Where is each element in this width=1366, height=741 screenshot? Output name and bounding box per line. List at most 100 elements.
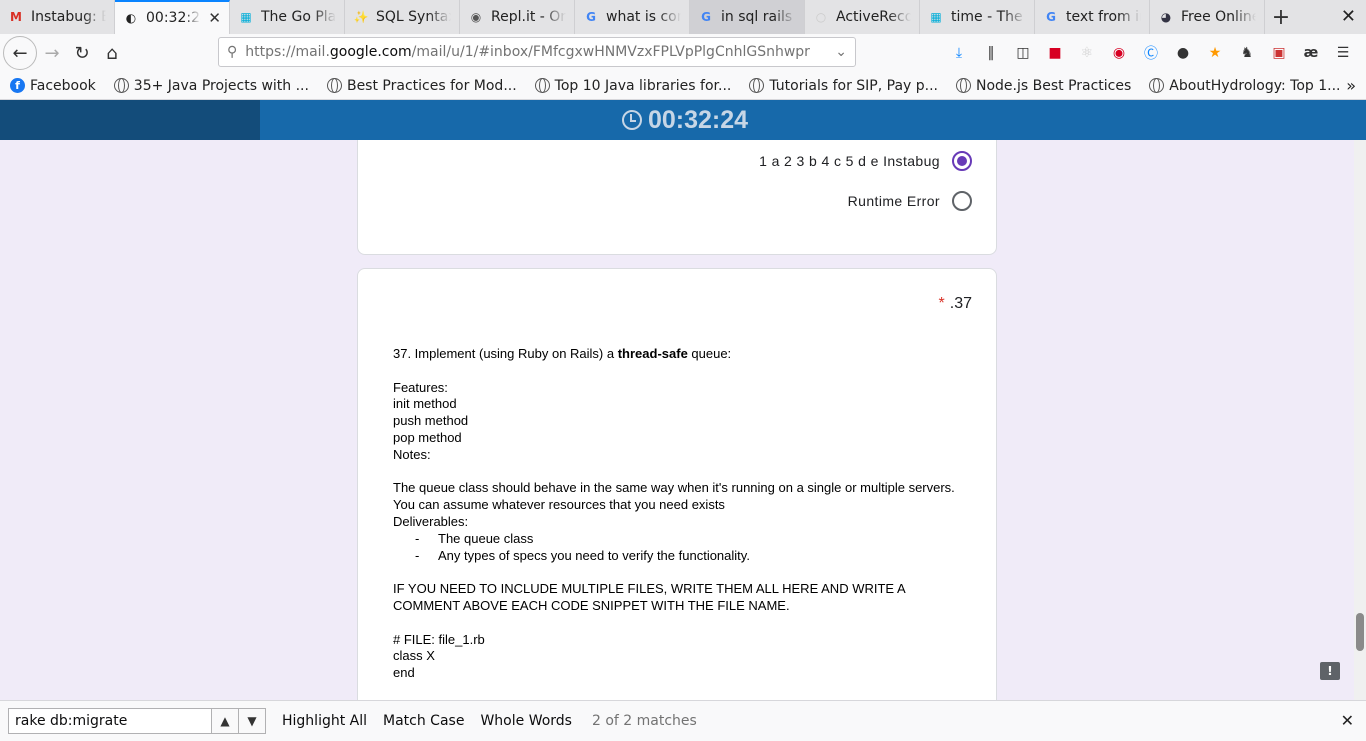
back-button[interactable]: ←: [3, 36, 37, 70]
required-asterisk: *: [938, 295, 945, 312]
tab-go-playground[interactable]: ▦ The Go Play: [230, 0, 345, 34]
question-intro: 37. Implement (using Ruby on Rails) a th…: [393, 346, 732, 361]
find-previous-button[interactable]: ▲: [212, 708, 239, 734]
bookmark-nodejs[interactable]: Node.js Best Practices: [956, 78, 1131, 94]
clock-icon: [621, 110, 642, 130]
extension-record-icon[interactable]: ◉: [1106, 40, 1132, 66]
instruction-text: IF YOU NEED TO INCLUDE MULTIPLE FILES, W…: [393, 581, 905, 613]
timer-bar-left-block: [0, 100, 260, 140]
scrollbar-thumb[interactable]: [1356, 613, 1364, 651]
new-tab-button[interactable]: +: [1265, 0, 1297, 34]
chevron-right-icon[interactable]: »: [1346, 76, 1356, 95]
question-36-card: 1 a 2 3 b 4 c 5 d e Instabug Runtime Err…: [357, 140, 997, 255]
question-number: * .37: [938, 295, 972, 312]
tab-activerecord[interactable]: ○ ActiveReco: [805, 0, 920, 34]
bookmark-java-libraries[interactable]: Top 10 Java libraries for...: [534, 78, 731, 94]
extension-cors-icon[interactable]: ▣: [1266, 40, 1292, 66]
tab-title: Repl.it - On: [491, 9, 566, 25]
bookmarks-toolbar: f Facebook 35+ Java Projects with ... Bes…: [0, 72, 1366, 100]
google-icon: G: [701, 10, 711, 24]
form-content: 1 a 2 3 b 4 c 5 d e Instabug Runtime Err…: [0, 140, 1366, 700]
home-button[interactable]: ⌂: [97, 38, 127, 68]
find-input[interactable]: [8, 708, 212, 734]
option-runtime-error[interactable]: Runtime Error: [848, 191, 972, 211]
close-tab-icon[interactable]: ✕: [208, 9, 221, 27]
feedback-icon[interactable]: !: [1320, 662, 1340, 680]
find-status: 2 of 2 matches: [591, 713, 697, 729]
url-text: https://mail.google.com/mail/u/1/#inbox/…: [245, 44, 810, 60]
features-heading: Features:: [393, 379, 448, 395]
site-icon: ◕: [1160, 10, 1172, 24]
extension-ae-icon[interactable]: æ: [1298, 40, 1324, 66]
forward-button[interactable]: →: [37, 38, 67, 68]
tab-instabug[interactable]: M Instabug: B: [0, 0, 115, 34]
tab-title: Free Online: [1181, 9, 1256, 25]
go-gopher-icon: ▦: [240, 10, 252, 24]
match-case-toggle[interactable]: Match Case: [383, 713, 464, 729]
toolbar-right: ⤓ ‖ ◫ ■ ⚛ ◉ Ⓒ ● ★ ♞ ▣ æ ☰: [946, 34, 1366, 72]
tab-title: ActiveReco: [836, 9, 911, 25]
extension-a-icon[interactable]: Ⓒ: [1138, 40, 1164, 66]
sql-icon: ✨: [353, 10, 369, 24]
moon-icon: ◐: [125, 11, 137, 25]
bookmark-sip-tutorials[interactable]: Tutorials for SIP, Pay p...: [749, 78, 938, 94]
globe-icon: [326, 78, 342, 93]
extension-react-icon[interactable]: ⚛: [1074, 40, 1100, 66]
avatar[interactable]: ●: [1170, 40, 1196, 66]
bookmark-best-practices[interactable]: Best Practices for Mod...: [326, 78, 517, 94]
feature-item: pop method: [393, 429, 462, 445]
url-bar[interactable]: ⚲ https://mail.google.com/mail/u/1/#inbo…: [218, 37, 856, 67]
window-close-icon[interactable]: ✕: [1341, 6, 1356, 27]
navigation-toolbar: ← → ↻ ⌂ ⚲ https://mail.google.com/mail/u…: [0, 34, 1366, 72]
download-icon[interactable]: ⤓: [946, 40, 972, 66]
tab-replit[interactable]: ◉ Repl.it - On: [460, 0, 575, 34]
extension-badge-icon[interactable]: ★: [1202, 40, 1228, 66]
reload-button[interactable]: ↻: [67, 38, 97, 68]
timer-bar: 00:32:24: [0, 100, 1366, 140]
option-selected[interactable]: 1 a 2 3 b 4 c 5 d e Instabug: [759, 151, 972, 171]
sidebar-icon[interactable]: ◫: [1010, 40, 1036, 66]
tab-sql-syntax[interactable]: ✨ SQL Syntax: [345, 0, 460, 34]
page-scrollbar[interactable]: [1354, 140, 1366, 700]
feature-item: push method: [393, 413, 469, 429]
replit-icon: ◉: [470, 10, 482, 24]
tab-title: time - The: [951, 9, 1023, 25]
chevron-down-icon[interactable]: ⌄: [835, 44, 847, 60]
tab-google-search-3[interactable]: G text from im: [1035, 0, 1150, 34]
facebook-icon: f: [10, 78, 25, 93]
extension-mask-icon[interactable]: ♞: [1234, 40, 1260, 66]
radio-button[interactable]: [952, 191, 972, 211]
bookmark-facebook[interactable]: f Facebook: [10, 78, 96, 94]
globe-icon: [113, 78, 129, 93]
whole-words-toggle[interactable]: Whole Words: [480, 713, 572, 729]
tab-strip: M Instabug: B ◐ 00:32:24 ✕ ▦ The Go Play…: [0, 0, 1366, 34]
close-find-bar-icon[interactable]: ✕: [1341, 711, 1354, 730]
tab-title: in sql rails -: [721, 9, 796, 25]
globe-icon: [534, 78, 550, 93]
tab-free-online[interactable]: ◕ Free Online: [1150, 0, 1265, 34]
deliverable-item: - Any types of specs you need to verify t…: [415, 547, 750, 563]
tab-title: text from im: [1066, 9, 1141, 25]
globe-icon: [1149, 78, 1165, 93]
radio-button-checked[interactable]: [952, 151, 972, 171]
tab-title: SQL Syntax: [376, 9, 451, 25]
tab-go-time[interactable]: ▦ time - The: [920, 0, 1035, 34]
notes-heading: Notes:: [393, 446, 431, 462]
tab-google-search-1[interactable]: G what is con: [575, 0, 690, 34]
extension-red-icon[interactable]: ■: [1042, 40, 1068, 66]
note-item: You can assume whatever resources that y…: [393, 497, 725, 513]
tab-timer[interactable]: ◐ 00:32:24 ✕: [115, 0, 230, 34]
github-icon: ○: [815, 10, 827, 24]
library-icon[interactable]: ‖: [978, 40, 1004, 66]
menu-icon[interactable]: ☰: [1330, 40, 1356, 66]
bookmark-java-projects[interactable]: 35+ Java Projects with ...: [113, 78, 309, 94]
find-next-button[interactable]: ▼: [239, 708, 266, 734]
highlight-all-toggle[interactable]: Highlight All: [282, 713, 367, 729]
note-item: The queue class should behave in the sam…: [393, 480, 955, 496]
google-icon: G: [586, 10, 596, 24]
google-icon: G: [1046, 10, 1056, 24]
bookmark-hydrology[interactable]: AboutHydrology: Top 1...: [1149, 78, 1341, 94]
tab-title: The Go Play: [261, 9, 336, 25]
tab-google-search-2[interactable]: G in sql rails -: [690, 0, 805, 34]
tab-title: 00:32:24: [146, 10, 201, 26]
